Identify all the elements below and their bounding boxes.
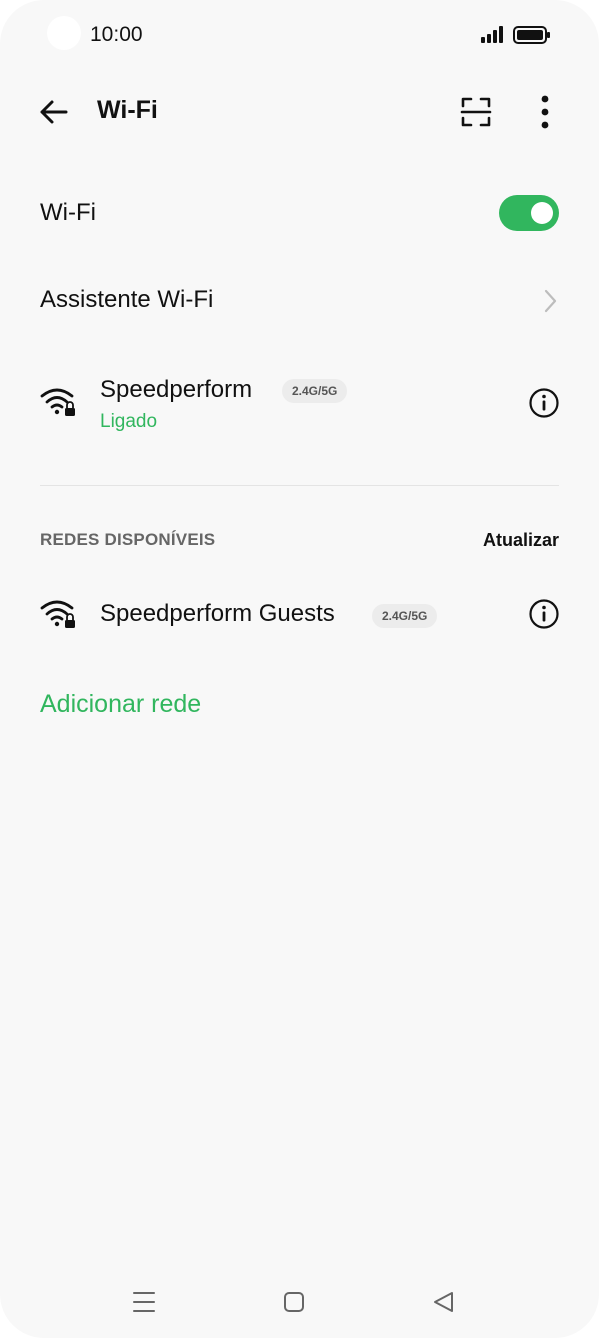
back-arrow-icon[interactable] xyxy=(34,94,74,130)
wifi-assistant-label: Assistente Wi-Fi xyxy=(40,286,214,313)
info-icon[interactable] xyxy=(528,387,560,419)
band-badge: 2.4G/5G xyxy=(372,604,438,628)
available-network-name: Speedperform Guests xyxy=(100,600,335,627)
divider xyxy=(40,485,559,486)
info-icon[interactable] xyxy=(528,598,560,630)
wifi-lock-icon xyxy=(40,388,75,416)
back-triangle-icon[interactable] xyxy=(430,1288,458,1316)
wifi-lock-icon xyxy=(40,600,75,628)
connected-network-name: Speedperform xyxy=(100,376,253,403)
signal-icon xyxy=(481,26,503,43)
status-time: 10:00 xyxy=(90,23,143,46)
available-networks-heading: REDES DISPONÍVEIS xyxy=(40,530,216,549)
status-bar: 10:00 xyxy=(0,0,599,70)
home-icon[interactable] xyxy=(280,1288,308,1316)
refresh-button[interactable]: Atualizar xyxy=(483,530,559,551)
wifi-toggle-switch[interactable] xyxy=(499,195,559,231)
connected-status: Ligado xyxy=(100,411,158,432)
wifi-toggle-label: Wi-Fi xyxy=(40,199,96,226)
band-badge: 2.4G/5G xyxy=(282,379,348,403)
scan-qr-icon[interactable] xyxy=(458,94,494,130)
toggle-knob xyxy=(531,202,553,224)
camera-cutout xyxy=(47,16,81,50)
more-vert-icon[interactable] xyxy=(532,94,558,130)
add-network-link[interactable]: Adicionar rede xyxy=(40,690,201,719)
phone-screen: 10:00 Wi-Fi Wi-Fi Assistente Wi-Fi Speed… xyxy=(0,0,599,1338)
app-bar: Wi-Fi xyxy=(0,80,599,144)
menu-icon[interactable] xyxy=(130,1288,158,1316)
chevron-right-icon xyxy=(544,289,557,313)
navigation-bar xyxy=(0,1280,599,1324)
page-title: Wi-Fi xyxy=(97,96,158,124)
battery-icon xyxy=(513,26,550,44)
